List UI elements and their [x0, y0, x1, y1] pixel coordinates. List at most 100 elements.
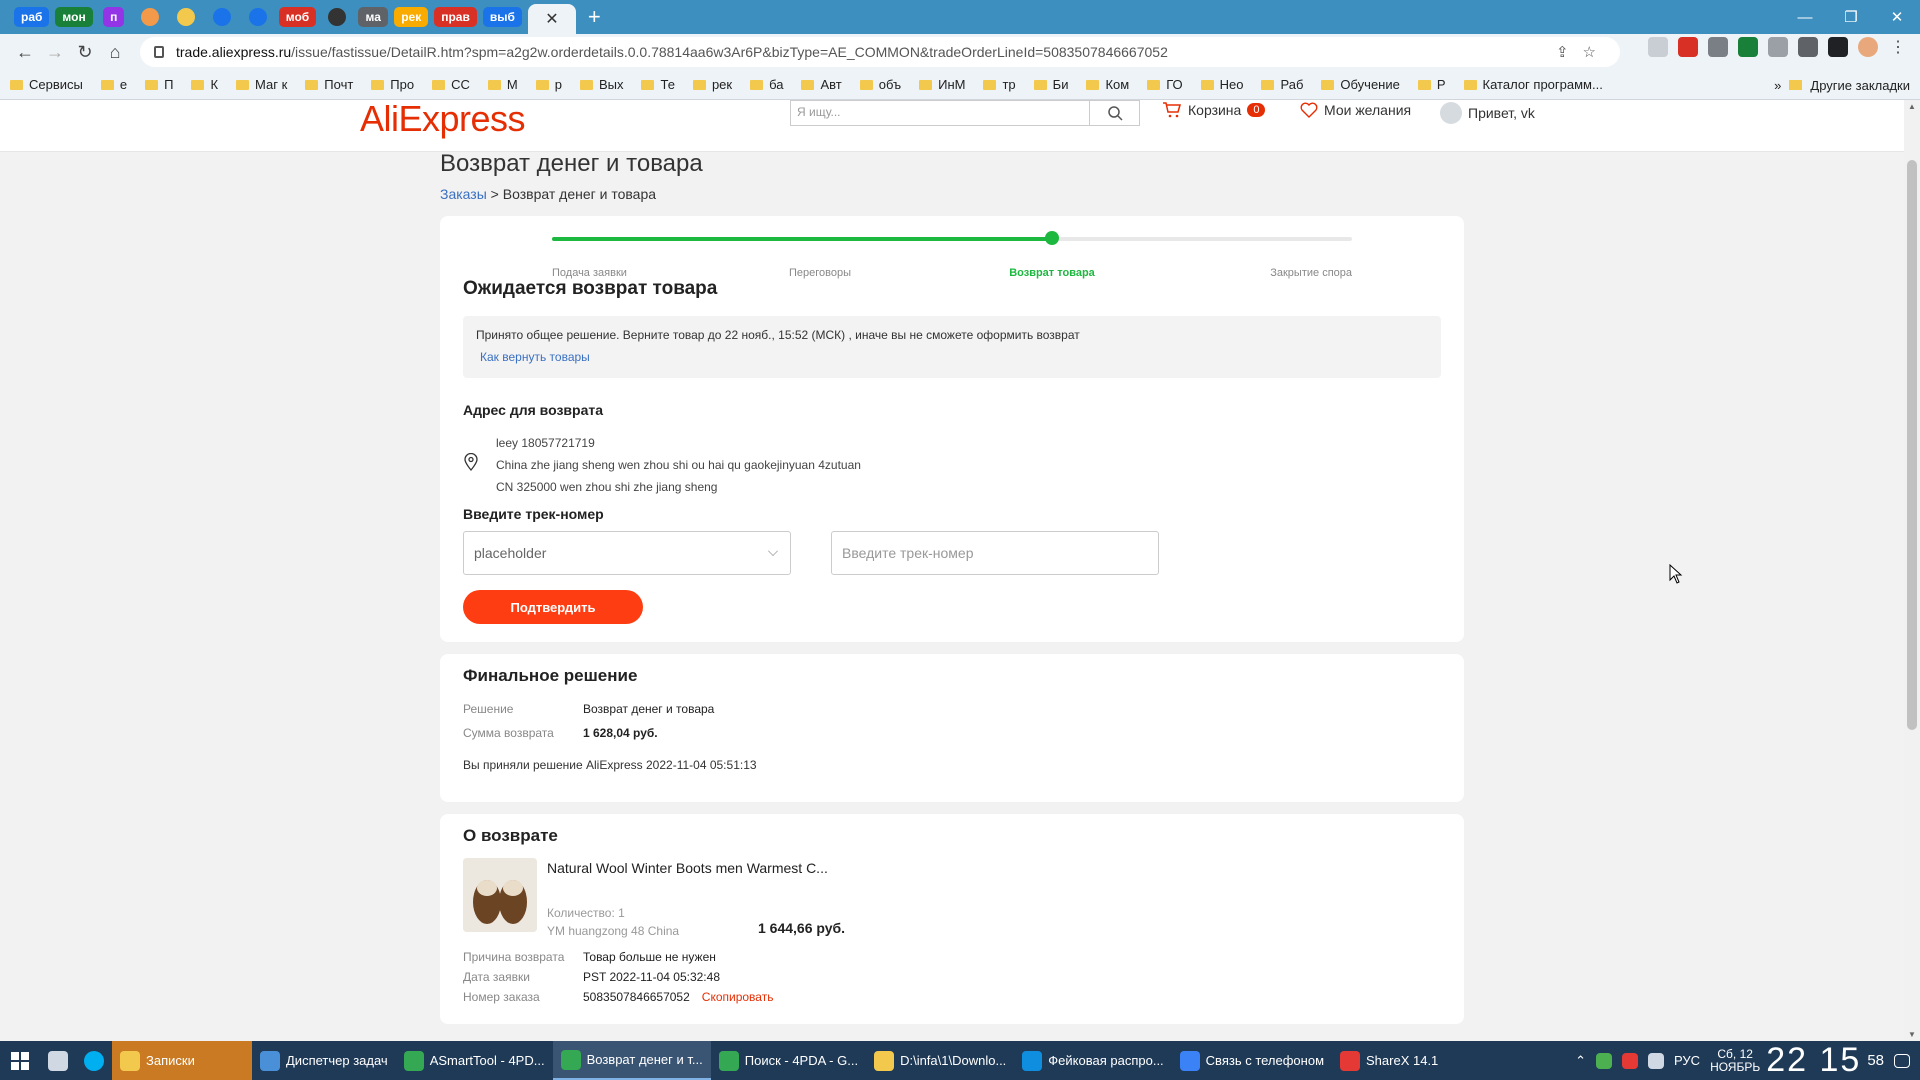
- browser-tab[interactable]: рек: [394, 4, 429, 30]
- browser-tab[interactable]: [322, 4, 352, 30]
- bookmark-item[interactable]: Почт: [305, 77, 353, 92]
- back-icon[interactable]: ←: [10, 37, 40, 67]
- product-thumbnail[interactable]: [463, 858, 537, 932]
- taskbar-app-button[interactable]: Записки: [112, 1041, 252, 1080]
- language-indicator[interactable]: РУС: [1674, 1053, 1700, 1068]
- reload-icon[interactable]: ↻: [70, 37, 100, 67]
- scroll-up-icon[interactable]: ▲: [1908, 102, 1916, 111]
- sidepanel-icon[interactable]: [1828, 37, 1848, 57]
- shield-extension-icon[interactable]: [1648, 37, 1668, 57]
- puzzle-icon[interactable]: [1798, 37, 1818, 57]
- menu-kebab-icon[interactable]: ⋮: [1888, 37, 1908, 57]
- taskbar-app-button[interactable]: Диспетчер задач: [252, 1041, 396, 1080]
- taskbar-app-button[interactable]: Поиск - 4PDA - G...: [711, 1041, 866, 1080]
- bookmark-item[interactable]: рек: [692, 77, 732, 92]
- globe-extension-icon[interactable]: [1768, 37, 1788, 57]
- forward-icon[interactable]: →: [40, 37, 70, 67]
- cart-link[interactable]: Корзина 0: [1162, 102, 1266, 118]
- browser-tab[interactable]: [135, 4, 165, 30]
- browser-tab[interactable]: выб: [482, 4, 522, 30]
- home-icon[interactable]: ⌂: [100, 37, 130, 67]
- bookmark-item[interactable]: Авт: [801, 77, 842, 92]
- bookmark-item[interactable]: объ: [859, 77, 901, 92]
- bookmark-item[interactable]: СС: [432, 77, 470, 92]
- bookmark-item[interactable]: ГО: [1147, 77, 1183, 92]
- taskbar-app-button[interactable]: ASmartTool - 4PD...: [396, 1041, 553, 1080]
- bookmark-item[interactable]: Каталог программ...: [1463, 77, 1603, 92]
- product-name-link[interactable]: Natural Wool Winter Boots men Warmest C.…: [547, 860, 828, 876]
- browser-tab[interactable]: мон: [55, 4, 93, 30]
- page-scrollbar[interactable]: ▲ ▼: [1904, 100, 1920, 1041]
- browser-tab[interactable]: [171, 4, 201, 30]
- bookmark-star-icon[interactable]: ☆: [1583, 43, 1596, 61]
- bookmark-item[interactable]: К: [191, 77, 218, 92]
- task-view-button[interactable]: [40, 1041, 76, 1080]
- bookmark-item[interactable]: ба: [750, 77, 783, 92]
- bookmark-item[interactable]: Маг к: [236, 77, 287, 92]
- bookmark-item[interactable]: Про: [371, 77, 414, 92]
- start-button[interactable]: [0, 1041, 40, 1080]
- taskbar-app-button[interactable]: Связь с телефоном: [1172, 1041, 1332, 1080]
- notifications-icon[interactable]: [1894, 1053, 1910, 1068]
- address-bar[interactable]: trade.aliexpress.ru/issue/fastissue/Deta…: [140, 37, 1620, 67]
- browser-tab[interactable]: моб: [278, 4, 317, 30]
- browser-tab[interactable]: прав: [434, 4, 477, 30]
- browser-tab[interactable]: п: [99, 4, 129, 30]
- site-search-input[interactable]: Я ищу...: [790, 100, 1090, 126]
- bookmark-item[interactable]: Вых: [579, 77, 623, 92]
- browser-tab[interactable]: раб: [14, 4, 50, 30]
- skype-button[interactable]: [76, 1041, 112, 1080]
- breadcrumb-orders-link[interactable]: Заказы: [440, 186, 487, 202]
- bookmark-item[interactable]: тр: [983, 77, 1016, 92]
- taskbar-clock[interactable]: Сб, 12 НОЯБРЬ 22 15 58: [1710, 1041, 1884, 1080]
- browser-tab[interactable]: ма: [358, 4, 388, 30]
- taskbar-app-button[interactable]: ShareX 14.1: [1332, 1041, 1446, 1080]
- new-tab-button[interactable]: +: [588, 4, 601, 30]
- bookmarks-more-icon[interactable]: »: [1774, 78, 1781, 93]
- bookmark-item[interactable]: Р: [1417, 77, 1446, 92]
- bookmark-item[interactable]: ИнМ: [919, 77, 965, 92]
- copy-order-link[interactable]: Скопировать: [702, 990, 774, 1004]
- tray-shield-icon[interactable]: [1622, 1052, 1639, 1069]
- tracking-number-input[interactable]: [831, 531, 1159, 575]
- taskbar-app-button[interactable]: D:\infa\1\Downlo...: [866, 1041, 1014, 1080]
- browser-tab[interactable]: [207, 4, 237, 30]
- bookmark-item[interactable]: М: [487, 77, 518, 92]
- bookmark-item[interactable]: Обучение: [1321, 77, 1400, 92]
- scrollbar-thumb[interactable]: [1907, 160, 1917, 730]
- close-tab-icon[interactable]: ✕: [545, 9, 558, 29]
- profile-avatar[interactable]: [1858, 37, 1878, 57]
- red-extension-icon[interactable]: [1678, 37, 1698, 57]
- bookmark-item[interactable]: Сервисы: [10, 77, 83, 92]
- confirm-button[interactable]: Подтвердить: [463, 590, 643, 624]
- close-window-button[interactable]: ✕: [1874, 8, 1920, 26]
- tray-app-icon[interactable]: [1596, 1052, 1613, 1069]
- taskbar-app-button[interactable]: Возврат денег и т...: [552, 1041, 711, 1080]
- bookmark-item[interactable]: р: [535, 77, 562, 92]
- bookmark-item[interactable]: Би: [1033, 77, 1068, 92]
- active-tab[interactable]: ✕: [527, 4, 576, 34]
- aliexpress-logo[interactable]: AliExpress: [360, 100, 526, 140]
- search-button[interactable]: [1090, 100, 1140, 126]
- how-to-return-link[interactable]: Как вернуть товары: [480, 350, 1428, 364]
- share-icon[interactable]: ⇪: [1556, 43, 1569, 61]
- other-bookmarks-link[interactable]: Другие закладки: [1810, 78, 1910, 93]
- volume-icon[interactable]: [1648, 1052, 1665, 1069]
- gray-extension-icon[interactable]: [1708, 37, 1728, 57]
- taskbar-app-button[interactable]: Фейковая распро...: [1014, 1041, 1171, 1080]
- browser-tab[interactable]: [243, 4, 273, 30]
- maximize-button[interactable]: ❐: [1828, 8, 1874, 26]
- minimize-button[interactable]: —: [1782, 9, 1828, 26]
- bookmark-item[interactable]: Нео: [1200, 77, 1243, 92]
- bookmark-item[interactable]: Ком: [1086, 77, 1129, 92]
- account-menu[interactable]: Привет, vk: [1440, 102, 1535, 124]
- bookmark-item[interactable]: е: [100, 77, 127, 92]
- bookmark-item[interactable]: Раб: [1261, 77, 1303, 92]
- green-extension-icon[interactable]: [1738, 37, 1758, 57]
- wishlist-link[interactable]: Мои желания: [1300, 102, 1411, 118]
- bookmark-item[interactable]: П: [145, 77, 173, 92]
- lock-icon[interactable]: [154, 46, 164, 58]
- carrier-select[interactable]: placeholder: [463, 531, 791, 575]
- bookmark-item[interactable]: Те: [641, 77, 675, 92]
- tray-chevron-icon[interactable]: ⌃: [1575, 1053, 1586, 1069]
